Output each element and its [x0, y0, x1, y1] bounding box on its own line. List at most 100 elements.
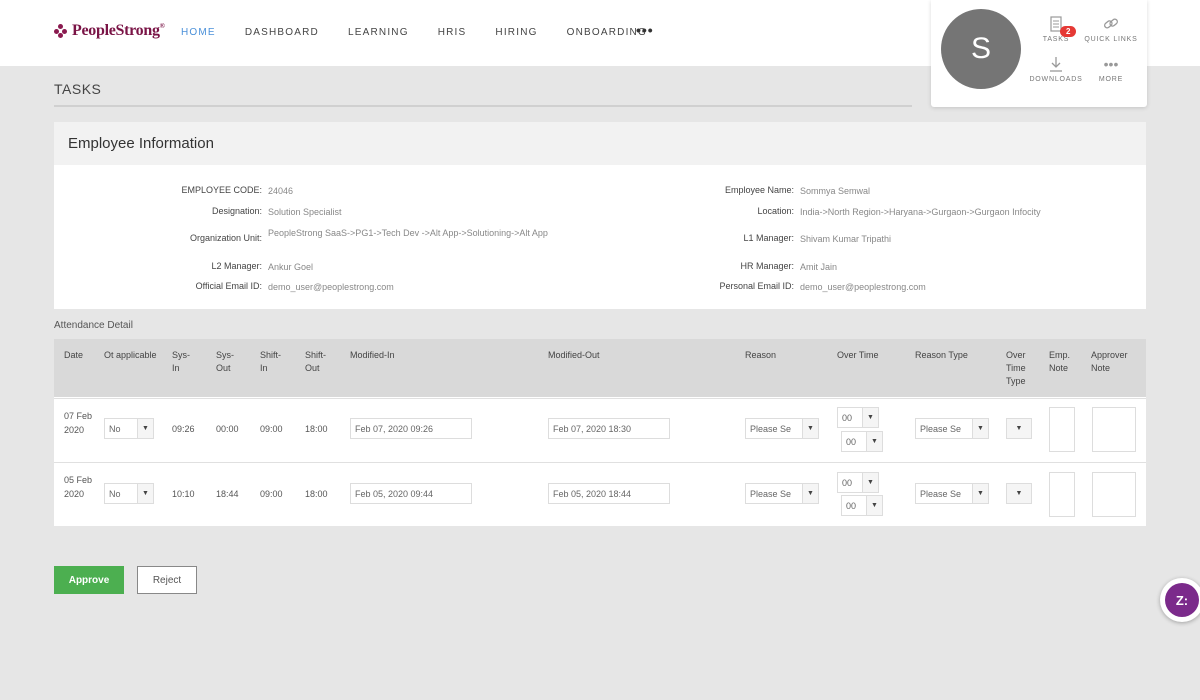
th-sys-out: Sys-Out	[216, 350, 234, 373]
tasks-icon	[1026, 14, 1086, 34]
tasks-label: TASKS	[1042, 36, 1070, 43]
th-emp-note: Emp. Note	[1049, 350, 1071, 373]
approver-note-field[interactable]	[1092, 407, 1136, 452]
cell-shift-out: 18:00	[305, 489, 328, 499]
link-icon	[1081, 14, 1141, 34]
info-official-email: Official Email ID: demo_user@peoplestron…	[195, 281, 394, 292]
reason-select[interactable]: Please Se ▼	[745, 418, 819, 439]
user-panel: S TASKS 2 QUICK LINKS DOWNLOADS ••• MORE	[931, 0, 1147, 107]
emp-note-field[interactable]	[1049, 472, 1075, 517]
attendance-detail-title: Attendance Detail	[54, 320, 133, 331]
downloads-label: DOWNLOADS	[1029, 76, 1083, 83]
chevron-down-icon: ▼	[1007, 484, 1031, 503]
th-reason-type: Reason Type	[915, 350, 968, 360]
info-designation: Designation: Solution Specialist	[211, 206, 342, 217]
emp-note-field[interactable]	[1049, 407, 1075, 452]
cell-shift-in: 09:00	[260, 424, 283, 434]
chat-widget-button[interactable]: Z:	[1160, 578, 1200, 622]
ellipsis-icon: •••	[1103, 56, 1119, 72]
quick-links-button[interactable]: QUICK LINKS	[1081, 14, 1141, 43]
more-button[interactable]: ••• MORE	[1081, 54, 1141, 83]
table-header: Date Ot applicable Sys-In Sys-Out Shift-…	[54, 339, 1146, 397]
download-icon	[1026, 54, 1086, 74]
cell-sys-in: 09:26	[172, 424, 195, 434]
ot-applicable-select[interactable]: No ▼	[104, 483, 154, 504]
th-reason: Reason	[745, 350, 777, 360]
reject-button[interactable]: Reject	[137, 566, 197, 594]
nav-onboarding[interactable]: ONBOARDING	[567, 27, 647, 38]
cell-shift-out: 18:00	[305, 424, 328, 434]
title-divider	[54, 105, 912, 107]
th-shift-out: Shift-Out	[305, 350, 327, 373]
cell-date: 07 Feb 2020	[64, 411, 93, 435]
th-approver-note: Approver Note	[1091, 350, 1128, 373]
info-hr-manager: HR Manager: Amit Jain	[740, 261, 838, 272]
th-over-time: Over Time	[837, 350, 879, 360]
modified-out-input[interactable]: Feb 05, 2020 18:44	[548, 483, 670, 504]
overtime-minutes-select[interactable]: 00 ▼	[841, 431, 883, 452]
chevron-down-icon: ▼	[1007, 419, 1031, 438]
info-org-unit: Organization Unit: PeopleStrong SaaS->PG…	[189, 228, 548, 243]
peoplestrong-logo[interactable]: PeopleStrong®	[54, 22, 165, 40]
th-over-time-type: Over Time Type	[1006, 350, 1026, 386]
downloads-button[interactable]: DOWNLOADS	[1026, 54, 1086, 83]
nav-learning[interactable]: LEARNING	[348, 27, 409, 38]
info-personal-email: Personal Email ID: demo_user@peoplestron…	[719, 281, 926, 292]
more-label: MORE	[1098, 76, 1124, 83]
overtime-hours-select[interactable]: 00 ▼	[837, 472, 879, 493]
main-nav: HOME DASHBOARD LEARNING HRIS HIRING ONBO…	[181, 27, 676, 38]
chevron-down-icon: ▼	[866, 432, 882, 451]
chevron-down-icon: ▼	[862, 473, 878, 492]
chevron-down-icon: ▼	[802, 484, 818, 503]
chat-icon: Z:	[1165, 583, 1199, 617]
chevron-down-icon: ▼	[972, 419, 988, 438]
chevron-down-icon: ▼	[972, 484, 988, 503]
reason-select[interactable]: Please Se ▼	[745, 483, 819, 504]
nav-dashboard[interactable]: DASHBOARD	[245, 27, 319, 38]
quick-links-label: QUICK LINKS	[1084, 36, 1138, 43]
chevron-down-icon: ▼	[802, 419, 818, 438]
th-sys-in: Sys-In	[172, 350, 190, 373]
employee-info-card: Employee Information EMPLOYEE CODE: 2404…	[54, 122, 1146, 309]
overtime-type-select[interactable]: ▼	[1006, 483, 1032, 504]
cell-shift-in: 09:00	[260, 489, 283, 499]
chevron-down-icon: ▼	[137, 484, 153, 503]
chevron-down-icon: ▼	[137, 419, 153, 438]
th-date: Date	[64, 350, 84, 360]
modified-out-input[interactable]: Feb 07, 2020 18:30	[548, 418, 670, 439]
approve-button[interactable]: Approve	[54, 566, 124, 594]
cell-sys-out: 18:44	[216, 489, 239, 499]
modified-in-input[interactable]: Feb 07, 2020 09:26	[350, 418, 472, 439]
th-modified-in: Modified-In	[350, 350, 395, 360]
employee-info-title: Employee Information	[54, 122, 1146, 165]
approver-note-field[interactable]	[1092, 472, 1136, 517]
info-employee-name: Employee Name: Sommya Semwal	[724, 185, 871, 196]
th-modified-out: Modified-Out	[548, 350, 600, 360]
nav-more-icon[interactable]: •••	[636, 22, 654, 38]
info-location: Location: India->North Region->Haryana->…	[757, 206, 1041, 217]
reason-type-select[interactable]: Please Se ▼	[915, 418, 989, 439]
info-l1-manager: L1 Manager: Shivam Kumar Tripathi	[743, 233, 892, 244]
overtime-hours-select[interactable]: 00 ▼	[837, 407, 879, 428]
chevron-down-icon: ▼	[862, 408, 878, 427]
logo-flower-icon	[54, 24, 68, 38]
ot-applicable-select[interactable]: No ▼	[104, 418, 154, 439]
tasks-button[interactable]: TASKS 2	[1026, 14, 1086, 43]
cell-sys-out: 00:00	[216, 424, 239, 434]
table-row: 05 Feb 2020 No ▼ 10:10 18:44 09:00 18:00 …	[54, 462, 1146, 525]
nav-home[interactable]: HOME	[181, 27, 216, 38]
table-row: 07 Feb 2020 No ▼ 09:26 00:00 09:00 18:00 …	[54, 398, 1146, 461]
avatar[interactable]: S	[941, 9, 1021, 89]
tasks-count-badge: 2	[1060, 26, 1077, 37]
reason-type-select[interactable]: Please Se ▼	[915, 483, 989, 504]
page-title: TASKS	[54, 81, 102, 97]
nav-hiring[interactable]: HIRING	[495, 27, 537, 38]
modified-in-input[interactable]: Feb 05, 2020 09:44	[350, 483, 472, 504]
th-ot-applicable: Ot applicable	[104, 350, 157, 360]
overtime-minutes-select[interactable]: 00 ▼	[841, 495, 883, 516]
overtime-type-select[interactable]: ▼	[1006, 418, 1032, 439]
info-l2-manager: L2 Manager: Ankur Goel	[211, 261, 314, 272]
th-shift-in: Shift-In	[260, 350, 282, 373]
cell-sys-in: 10:10	[172, 489, 195, 499]
nav-hris[interactable]: HRIS	[438, 27, 467, 38]
